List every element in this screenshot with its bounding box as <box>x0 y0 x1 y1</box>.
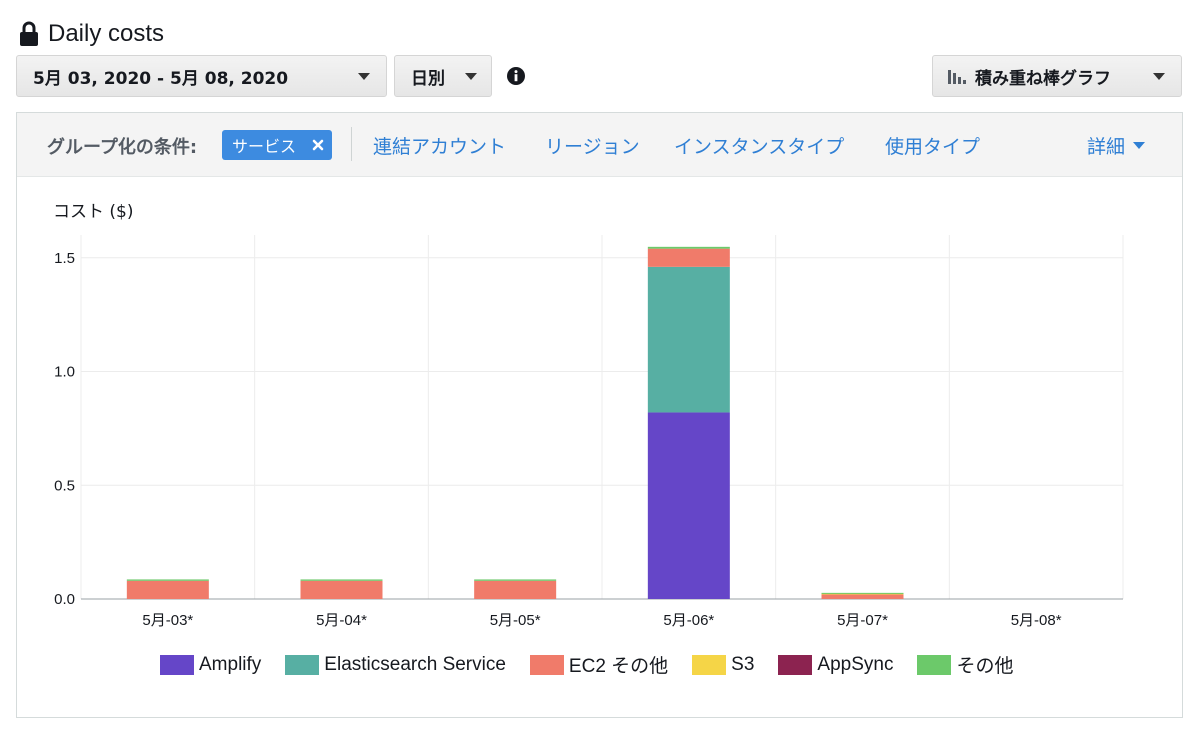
legend-item[interactable]: S3 <box>692 654 754 676</box>
legend-item[interactable]: Elasticsearch Service <box>285 654 506 676</box>
chart-type-label: 積み重ね棒グラフ <box>975 68 1111 89</box>
y-tick-label: 0.5 <box>54 477 75 494</box>
legend-item[interactable]: その他 <box>917 651 1013 678</box>
x-tick-label: 5月-03* <box>142 612 193 629</box>
page-title: Daily costs <box>48 20 165 47</box>
granularity-dropdown[interactable]: 日別 <box>394 55 492 97</box>
legend-label: S3 <box>731 653 755 675</box>
legend-swatch <box>692 654 727 675</box>
bar-segment <box>474 579 557 581</box>
bar-segment <box>647 266 730 413</box>
legend-swatch <box>285 654 320 675</box>
legend-item[interactable]: AppSync <box>778 654 893 676</box>
bar-segment <box>300 580 383 599</box>
legend-item[interactable]: Amplify <box>160 654 261 676</box>
title-row: Daily costs <box>18 18 164 50</box>
y-tick-label: 1.5 <box>54 250 75 267</box>
legend-item[interactable]: EC2 その他 <box>529 651 669 678</box>
cost-chart-panel: グループ化の条件: サービス 連結アカウント リージョン インスタンスタイプ 使… <box>16 112 1183 718</box>
chevron-down-icon <box>465 72 477 80</box>
bar-segment <box>474 580 557 599</box>
bar-segment <box>647 246 730 249</box>
date-range-dropdown[interactable]: 5月 03, 2020 - 5月 08, 2020 <box>16 55 387 97</box>
legend-label: EC2 その他 <box>568 656 669 677</box>
chevron-down-icon <box>358 72 370 80</box>
lock-icon <box>20 21 38 46</box>
x-tick-label: 5月-06* <box>663 612 714 629</box>
chevron-down-icon <box>1153 72 1165 80</box>
stacked-bar-chart: 0.0 0.5 1.0 1.5 5月-03* 5月-04* 5月-05* 5月-06* 5月-0… <box>54 235 1124 629</box>
legend-label: AppSync <box>817 653 894 675</box>
legend-swatch <box>529 654 564 675</box>
granularity-label: 日別 <box>411 68 445 89</box>
date-range-label: 5月 03, 2020 - 5月 08, 2020 <box>33 68 289 89</box>
bar-segment <box>126 580 209 599</box>
legend-swatch <box>160 654 194 675</box>
chart-type-dropdown[interactable]: 積み重ね棒グラフ <box>932 55 1182 97</box>
y-tick-label: 1.0 <box>54 364 75 381</box>
info-icon[interactable] <box>507 67 525 85</box>
legend-label: Amplify <box>199 653 262 675</box>
legend-label: その他 <box>956 656 1014 677</box>
x-tick-label: 5月-04* <box>316 612 367 629</box>
x-tick-label: 5月-08* <box>1011 612 1062 629</box>
x-tick-label: 5月-05* <box>490 612 541 629</box>
bar-segment <box>126 579 209 581</box>
bar-segment <box>647 412 730 599</box>
legend-swatch <box>778 654 813 675</box>
legend-label: Elasticsearch Service <box>324 653 506 675</box>
x-tick-label: 5月-07* <box>837 612 888 629</box>
bar-segment <box>821 594 904 599</box>
bar-segment <box>647 248 730 267</box>
bar-chart-icon <box>948 70 966 84</box>
bar-segment <box>300 579 383 581</box>
y-tick-label: 0.0 <box>54 591 75 608</box>
legend-swatch <box>917 654 952 675</box>
chart-legend: Amplify Elasticsearch Service EC2 その他 S3 App… <box>160 651 1013 678</box>
bar-segment <box>821 592 904 594</box>
